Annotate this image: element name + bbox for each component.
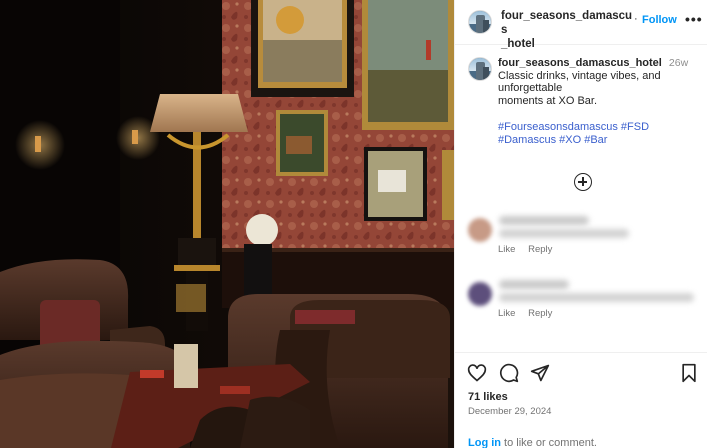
blurred-comment-text	[499, 280, 569, 289]
comment-like-link[interactable]: Like	[498, 244, 515, 255]
login-prompt: Log in to like or comment.	[468, 437, 597, 448]
blurred-comment-text	[499, 216, 589, 225]
comment-actions: Like Reply	[498, 244, 562, 255]
comment-icon[interactable]	[499, 363, 519, 383]
load-more-comments-icon[interactable]	[574, 173, 592, 191]
likes-count[interactable]: 71 likes	[468, 391, 508, 403]
blurred-comment-text	[499, 293, 694, 302]
caption-line-1: Classic drinks, vintage vibes, and	[498, 69, 661, 82]
comment-item: Like Reply	[455, 272, 707, 332]
caption-hashtags: #Fourseasonsdamascus #FSD #Damascus #XO …	[498, 121, 703, 146]
blurred-comment-text	[499, 229, 629, 238]
author-username[interactable]: four_seasons_damascus _hotel	[501, 9, 633, 51]
post-actions-section: 71 likes December 29, 2024 Log in to lik…	[455, 352, 707, 448]
comment-item: Like Reply	[455, 208, 707, 268]
caption-line-3: moments at XO Bar.	[498, 94, 598, 107]
instagram-post-modal: four_seasons_damascus _hotel · Follow ••…	[0, 0, 707, 448]
send-icon[interactable]	[530, 363, 550, 383]
commenter-avatar[interactable]	[468, 282, 492, 306]
login-link[interactable]: Log in	[468, 437, 501, 448]
caption-text: four_seasons_damascus_hotel 26w Classic …	[498, 57, 703, 147]
caption-avatar[interactable]	[468, 57, 492, 81]
caption-username[interactable]: four_seasons_damascus_hotel	[498, 57, 662, 69]
comment-actions: Like Reply	[498, 308, 562, 319]
bookmark-icon[interactable]	[679, 363, 699, 383]
post-header: four_seasons_damascus _hotel · Follow ••…	[455, 0, 707, 50]
comment-like-link[interactable]: Like	[498, 308, 515, 319]
bar-interior-image	[0, 0, 454, 448]
post-photo[interactable]	[0, 0, 454, 448]
separator-dot: ·	[634, 13, 638, 25]
hashtags-line-2[interactable]: #Damascus #XO #Bar	[498, 134, 607, 146]
caption-time[interactable]: 26w	[669, 57, 688, 69]
login-prompt-text: to like or comment.	[501, 437, 597, 448]
post-caption: four_seasons_damascus_hotel 26w Classic …	[455, 46, 707, 206]
caption-line-2: unforgettable	[498, 82, 563, 95]
commenter-avatar[interactable]	[468, 218, 492, 242]
author-username-line1: four_seasons_damascus	[501, 10, 633, 36]
post-side-panel: four_seasons_damascus _hotel · Follow ••…	[454, 0, 707, 448]
comment-reply-link[interactable]: Reply	[528, 244, 552, 255]
hashtags-line-1[interactable]: #Fourseasonsdamascus #FSD	[498, 121, 649, 133]
follow-button[interactable]: Follow	[642, 14, 677, 26]
heart-icon[interactable]	[467, 363, 487, 383]
comment-reply-link[interactable]: Reply	[528, 308, 552, 319]
author-avatar[interactable]	[468, 10, 492, 34]
post-date[interactable]: December 29, 2024	[468, 406, 551, 417]
more-options-icon[interactable]: •••	[685, 11, 703, 27]
